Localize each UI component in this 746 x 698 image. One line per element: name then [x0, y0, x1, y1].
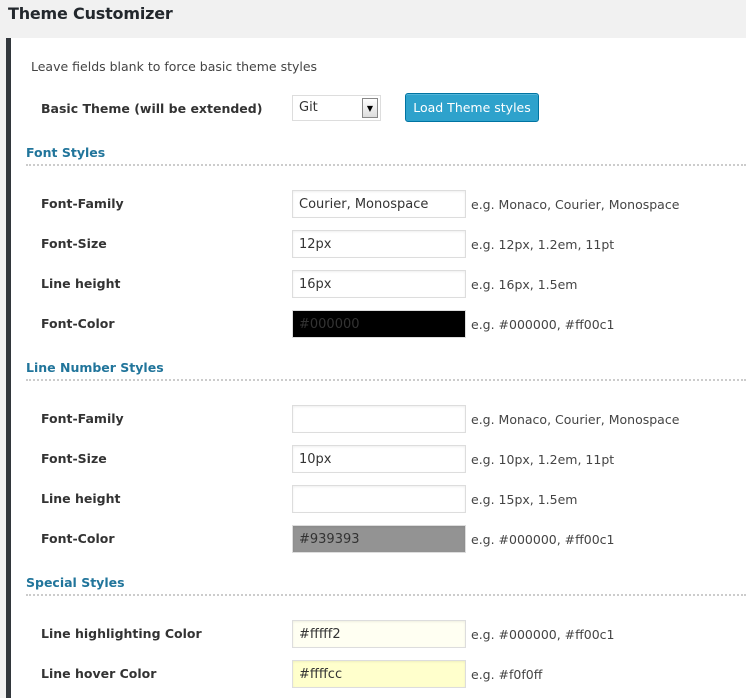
line-number-font-family-input[interactable]: [292, 405, 466, 433]
field-row: Line height e.g. 15px, 1.5em: [11, 485, 746, 513]
field-hint: e.g. #f0f0ff: [471, 667, 543, 682]
page-title: Theme Customizer: [8, 4, 173, 23]
chevron-down-icon[interactable]: ▼: [362, 98, 378, 118]
section-font-styles: Font Styles: [26, 144, 746, 166]
field-row: Font-Size e.g. 10px, 1.2em, 11pt: [11, 445, 746, 473]
font-family-input[interactable]: [292, 190, 466, 218]
line-number-font-color-input[interactable]: [292, 525, 466, 553]
basic-theme-label: Basic Theme (will be extended): [41, 101, 263, 116]
line-height-input[interactable]: [292, 270, 466, 298]
intro-text: Leave fields blank to force basic theme …: [31, 59, 318, 74]
field-hint: e.g. Monaco, Courier, Monospace: [471, 197, 680, 212]
field-hint: e.g. #000000, #ff00c1: [471, 317, 615, 332]
field-hint: e.g. #000000, #ff00c1: [471, 532, 615, 547]
field-label: Font-Size: [41, 451, 107, 466]
section-special-styles: Special Styles: [26, 574, 746, 596]
section-title: Special Styles: [26, 575, 125, 590]
section-title: Line Number Styles: [26, 360, 164, 375]
field-row: Font-Size e.g. 12px, 1.2em, 11pt: [11, 230, 746, 258]
basic-theme-row: Basic Theme (will be extended) Git ▼ Loa…: [11, 93, 746, 123]
field-label: Font-Size: [41, 236, 107, 251]
line-highlighting-color-input[interactable]: [292, 620, 466, 648]
field-hint: e.g. 16px, 1.5em: [471, 277, 578, 292]
field-row: Font-Color e.g. #000000, #ff00c1: [11, 310, 746, 338]
field-hint: e.g. 10px, 1.2em, 11pt: [471, 452, 615, 467]
theme-customizer-panel: Leave fields blank to force basic theme …: [6, 38, 746, 698]
field-row: Font-Color e.g. #000000, #ff00c1: [11, 525, 746, 553]
field-row: Font-Family e.g. Monaco, Courier, Monosp…: [11, 405, 746, 433]
load-theme-styles-button[interactable]: Load Theme styles: [405, 93, 539, 122]
field-hint: e.g. #000000, #ff00c1: [471, 627, 615, 642]
section-line-number-styles: Line Number Styles: [26, 359, 746, 381]
basic-theme-selected: Git: [299, 100, 318, 115]
field-row: Line height e.g. 16px, 1.5em: [11, 270, 746, 298]
field-label: Font-Color: [41, 531, 115, 546]
field-label: Line height: [41, 491, 121, 506]
field-label: Line hover Color: [41, 666, 157, 681]
field-row: Line highlighting Color e.g. #000000, #f…: [11, 620, 746, 648]
font-color-input[interactable]: [292, 310, 466, 338]
field-hint: e.g. 12px, 1.2em, 11pt: [471, 237, 615, 252]
field-label: Line height: [41, 276, 121, 291]
field-label: Font-Family: [41, 196, 124, 211]
section-title: Font Styles: [26, 145, 106, 160]
field-hint: e.g. Monaco, Courier, Monospace: [471, 412, 680, 427]
field-row: Line hover Color e.g. #f0f0ff: [11, 660, 746, 688]
field-label: Font-Family: [41, 411, 124, 426]
line-hover-color-input[interactable]: [292, 660, 466, 688]
field-label: Font-Color: [41, 316, 115, 331]
field-label: Line highlighting Color: [41, 626, 202, 641]
field-row: Font-Family e.g. Monaco, Courier, Monosp…: [11, 190, 746, 218]
field-hint: e.g. 15px, 1.5em: [471, 492, 578, 507]
font-size-input[interactable]: [292, 230, 466, 258]
basic-theme-select[interactable]: Git ▼: [292, 95, 381, 121]
line-number-font-size-input[interactable]: [292, 445, 466, 473]
line-number-line-height-input[interactable]: [292, 485, 466, 513]
